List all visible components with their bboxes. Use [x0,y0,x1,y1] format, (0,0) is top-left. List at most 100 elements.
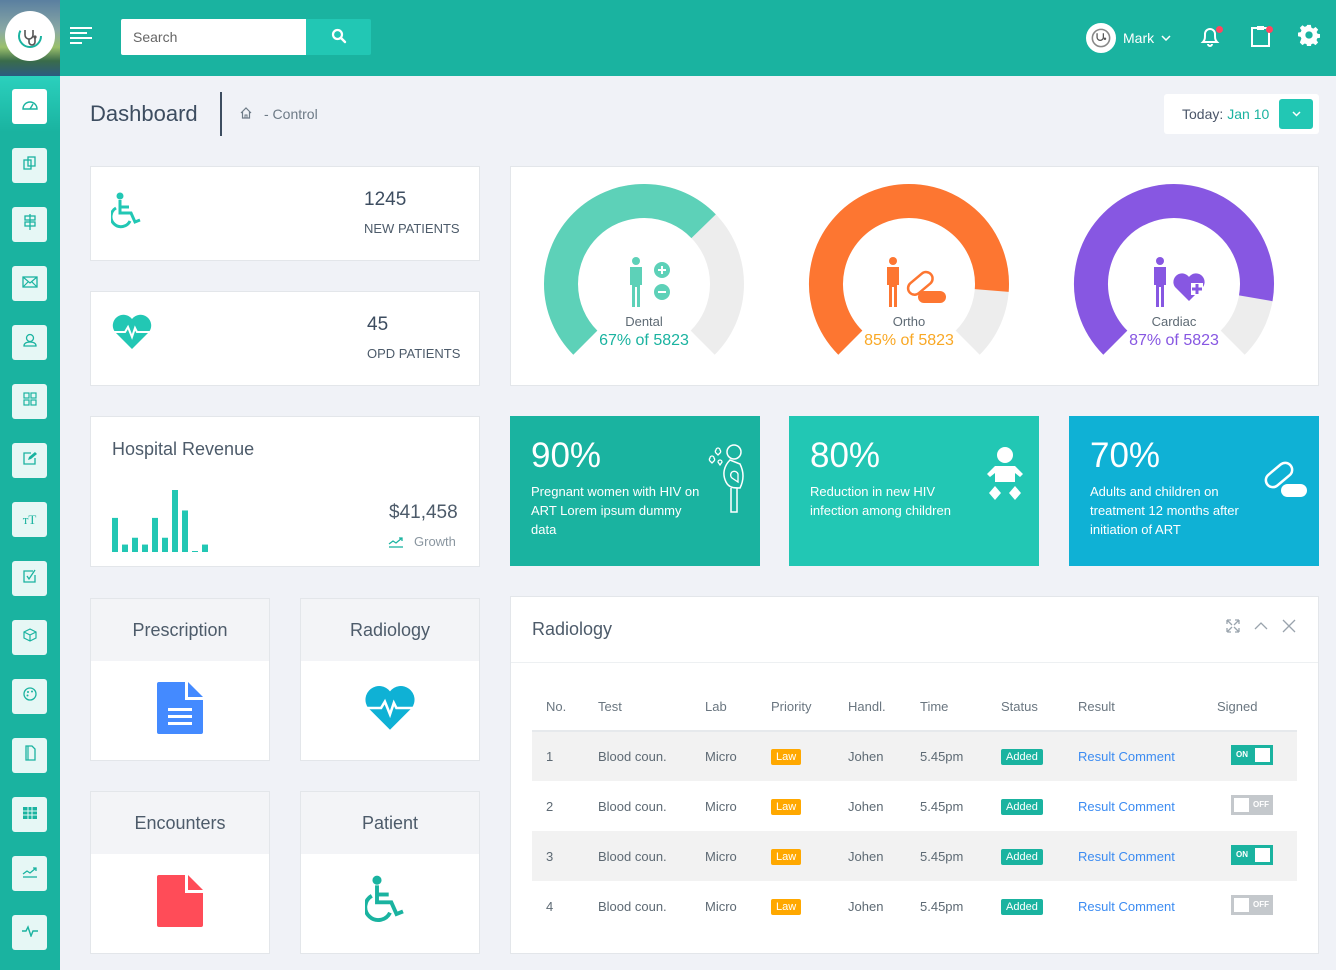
cell-signed: OFF [1203,781,1297,831]
pregnant-woman-icon [706,442,748,519]
logo[interactable] [0,0,60,76]
book-icon [23,745,37,766]
status-badge: Added [1001,848,1043,865]
heart-pulse-icon [111,314,153,355]
chevron-up-icon[interactable] [1254,619,1268,633]
menu-icon[interactable] [70,26,92,44]
expand-icon[interactable] [1226,619,1240,633]
signed-toggle[interactable]: OFF [1231,794,1273,815]
date-picker: Today: Jan 10 [1164,94,1319,134]
priority-badge: Law [771,898,802,915]
sidebar-item-cube[interactable] [12,620,47,655]
sidebar-item-book[interactable] [12,738,47,773]
palette-icon [22,687,37,706]
sidebar-item-grid[interactable] [12,384,47,419]
revenue-amount: $41,458 [389,502,458,523]
gear-icon [1298,24,1320,50]
cell-no: 3 [532,831,584,881]
revenue-growth: Growth [388,534,456,549]
tile-label: Encounters [91,792,269,854]
sidebar-item-typography[interactable]: тT [12,502,47,537]
department-gauges-card: Dental 67% of 5823 Ortho 85% of 5823 Car… [510,166,1319,386]
close-icon[interactable] [1282,619,1296,633]
priority-badge: Law [771,798,802,815]
cell-no: 1 [532,731,584,781]
date-label: Today: [1182,106,1224,122]
wheelchair-icon [109,192,149,237]
sidebar-item-edit[interactable] [12,443,47,478]
gauge-cardiac-value: 87% of 5823 [1129,332,1219,349]
search-input[interactable] [121,19,306,55]
result-comment-link[interactable]: Result Comment [1078,849,1175,864]
cell-time: 5.45pm [906,731,987,781]
notifications-button[interactable] [1198,24,1224,50]
sidebar-item-table[interactable] [12,797,47,832]
sidebar-item-mail[interactable] [12,266,47,301]
user-menu[interactable]: Mark [1086,23,1171,53]
signed-toggle[interactable]: ON [1231,844,1273,865]
radiology-table: No. Test Lab Priority Handl. Time Status… [532,683,1297,931]
col-time: Time [906,683,987,732]
status-badge: Added [1001,798,1043,815]
sidebar-item-signpost[interactable] [12,207,47,242]
sidebar-item-chart[interactable] [12,856,47,891]
cell-handler: Johen [848,798,884,814]
result-comment-link[interactable]: Result Comment [1078,749,1175,764]
cell-time: 5.45pm [906,831,987,881]
signed-toggle[interactable]: OFF [1231,894,1273,915]
settings-button[interactable] [1298,24,1324,50]
cell-priority: Law [757,731,834,781]
col-lab: Lab [691,683,757,732]
table-header-row: No. Test Lab Priority Handl. Time Status… [532,683,1297,732]
sidebar-item-copy[interactable] [12,148,47,183]
table-row: 4 Blood coun. Micro Law Johen 5.45pm Add… [532,881,1297,931]
col-handler: Handl. [834,683,906,732]
tile-patient[interactable]: Patient [300,791,480,954]
cell-result: Result Comment [1064,831,1203,881]
info-percent: 80% [810,436,881,475]
sidebar-item-palette[interactable] [12,679,47,714]
sidebar-item-checkbox[interactable] [12,561,47,596]
tile-prescription[interactable]: Prescription [90,598,270,761]
breadcrumb-current: - Control [264,106,318,122]
table-row: 2 Blood coun. Micro Law Johen 5.45pm Add… [532,781,1297,831]
cell-lab: Micro [691,731,757,781]
toggle-text: ON [1236,849,1248,859]
result-comment-link[interactable]: Result Comment [1078,799,1175,814]
result-comment-link[interactable]: Result Comment [1078,899,1175,914]
sidebar-item-user[interactable] [12,325,47,360]
tasks-button[interactable] [1249,24,1275,50]
cell-handler: Johen [848,898,884,914]
tile-radiology[interactable]: Radiology [300,598,480,761]
date-dropdown-button[interactable] [1279,99,1313,129]
tile-encounters[interactable]: Encounters [90,791,270,954]
info-description: Adults and children on treatment 12 mont… [1090,484,1239,537]
status-badge: Added [1001,749,1043,765]
cell-time: 5.45pm [920,898,964,914]
revenue-bar [202,544,208,552]
cell-result: Result Comment [1064,881,1203,931]
priority-badge: Law [771,848,802,865]
baby-icon [983,446,1027,513]
cell-handler: Johen [834,831,906,881]
col-test: Test [584,683,691,732]
home-icon[interactable] [240,106,252,122]
cell-time: 5.45pm [920,798,964,814]
logo-stethoscope-icon [5,11,55,61]
checkbox-icon [22,569,37,588]
user-name: Mark [1123,30,1155,46]
copy-icon [22,156,37,175]
table-row: 1 Blood coun. Micro Law Johen 5.45pm Add… [532,731,1297,781]
cell-status: Added [987,731,1064,781]
search-button[interactable] [306,19,371,55]
revenue-title: Hospital Revenue [112,439,255,459]
sidebar-item-pulse[interactable] [12,915,47,950]
sidebar-item-dashboard[interactable] [12,89,47,124]
cell-status: Added [987,831,1064,881]
priority-badge: Law [771,749,802,765]
radiology-title: Radiology [532,619,613,639]
signed-toggle[interactable]: ON [1231,745,1273,765]
title-divider [220,92,222,136]
toggle-text: OFF [1253,899,1269,909]
wheelchair-icon [363,875,415,932]
